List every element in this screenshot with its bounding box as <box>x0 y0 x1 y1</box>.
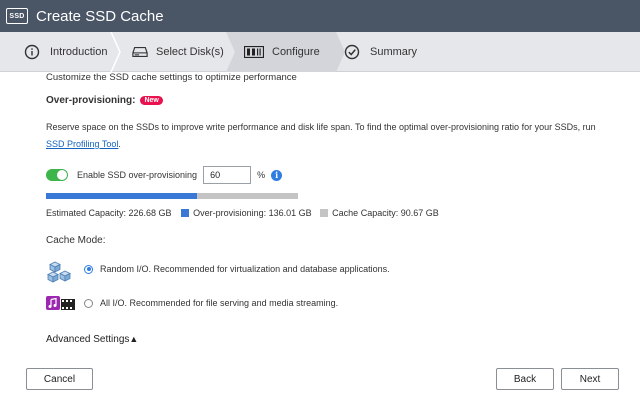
new-badge: New <box>140 96 163 105</box>
ssd-logo-icon: SSD <box>6 8 28 24</box>
overprovisioning-description: Reserve space on the SSDs to improve wri… <box>46 122 596 132</box>
overprovisioning-toggle[interactable] <box>46 169 68 181</box>
step-label: Configure <box>272 46 320 58</box>
overprovisioning-row: Enable SSD over-provisioning % i <box>46 166 283 184</box>
overprovisioning-percent-input[interactable] <box>203 166 252 184</box>
capacity-legend: Estimated Capacity: 226.68 GB Over-provi… <box>46 208 439 218</box>
step-label: Select Disk(s) <box>156 46 224 58</box>
info-icon <box>24 44 40 60</box>
overprovisioning-title-text: Over-provisioning: <box>46 95 136 106</box>
estimated-capacity: Estimated Capacity: 226.68 GB <box>46 208 172 218</box>
step-select-disks[interactable]: Select Disk(s) <box>122 32 226 72</box>
cache-mode-option-random[interactable]: Random I/O. Recommended for virtualizati… <box>84 264 390 274</box>
advanced-settings-toggle[interactable]: Advanced Settings▲ <box>46 334 138 345</box>
cache-legend-swatch <box>320 209 329 217</box>
toggle-label: Enable SSD over-provisioning <box>77 170 198 180</box>
window-title: Create SSD Cache <box>36 7 164 25</box>
step-separator <box>226 32 235 72</box>
step-summary[interactable]: Summary <box>344 32 444 72</box>
disk-icon <box>132 44 148 60</box>
info-icon[interactable]: i <box>271 169 283 181</box>
advanced-settings-label: Advanced Settings <box>46 334 130 345</box>
title-bar: SSD Create SSD Cache <box>0 0 640 32</box>
ssd-profiling-tool-link[interactable]: SSD Profiling Tool <box>46 139 118 149</box>
radio-all-io[interactable] <box>84 298 93 308</box>
overprovisioning-legend-swatch <box>181 209 190 217</box>
cache-mode-option-all[interactable]: All I/O. Recommended for file serving an… <box>84 298 338 308</box>
wizard-steps: Introduction Select Disk(s) Configure Su… <box>0 32 640 72</box>
step-label: Introduction <box>50 46 108 58</box>
media-icon <box>46 296 75 310</box>
step-introduction[interactable]: Introduction <box>0 32 118 72</box>
triangle-up-icon: ▲ <box>129 334 139 344</box>
step-configure[interactable]: Configure <box>226 32 336 72</box>
step-label: Summary <box>370 46 418 58</box>
profiling-tool-line: SSD Profiling Tool. <box>46 139 121 149</box>
overprovisioning-capacity: Over-provisioning: 136.01 GB <box>193 208 312 218</box>
overprovisioning-bar-fill <box>46 193 198 199</box>
link-suffix: . <box>118 139 121 149</box>
capacity-bar <box>46 193 298 199</box>
radio-random-io[interactable] <box>84 264 93 274</box>
check-circle-icon <box>344 44 360 60</box>
option-label: Random I/O. Recommended for virtualizati… <box>100 264 390 274</box>
cache-capacity: Cache Capacity: 90.67 GB <box>332 208 439 218</box>
cancel-button[interactable]: Cancel <box>26 368 93 390</box>
overprovisioning-title: Over-provisioning: New <box>46 95 163 106</box>
configure-subtitle: Customize the SSD cache settings to opti… <box>46 72 297 83</box>
step-separator <box>110 32 121 72</box>
cubes-icon <box>46 260 72 288</box>
cache-mode-title: Cache Mode: <box>46 235 106 246</box>
percent-unit: % <box>257 170 266 180</box>
configure-icon <box>244 44 264 60</box>
back-button[interactable]: Back <box>496 368 554 390</box>
next-button[interactable]: Next <box>561 368 619 390</box>
option-label: All I/O. Recommended for file serving an… <box>100 298 339 308</box>
